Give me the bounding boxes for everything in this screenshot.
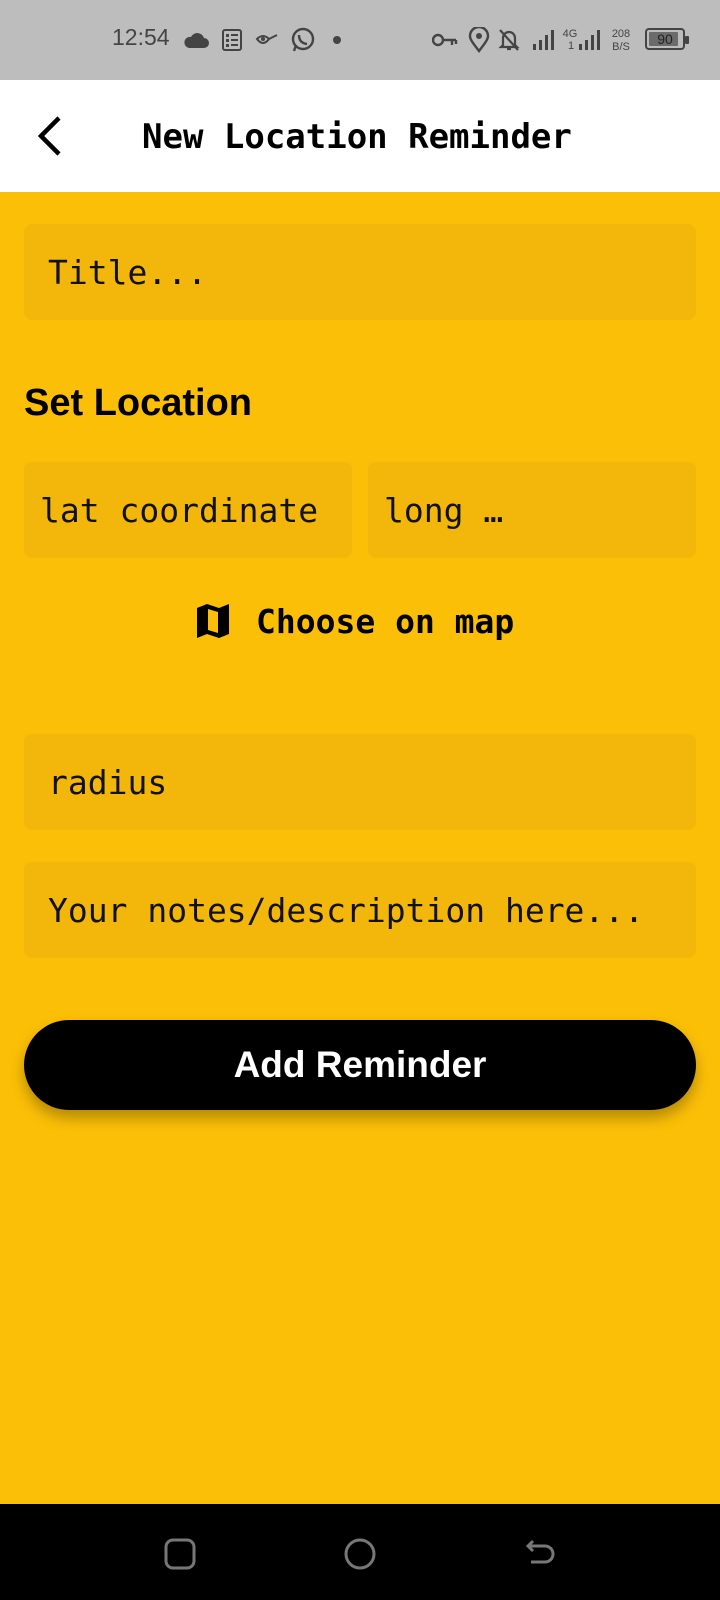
signal-icon [532, 26, 554, 54]
home-button[interactable] [340, 1534, 380, 1574]
battery-icon: 90 [645, 28, 689, 50]
notes-field[interactable] [24, 862, 696, 958]
location-icon [468, 26, 490, 54]
signal-4g-icon [578, 26, 600, 54]
add-reminder-button[interactable]: Add Reminder [24, 1020, 696, 1110]
dot-icon [332, 26, 342, 54]
add-reminder-label: Add Reminder [233, 1044, 487, 1085]
whatsapp-icon [290, 26, 316, 54]
data-rate-unit: B/S [612, 41, 630, 53]
back-button[interactable] [24, 110, 76, 162]
radius-input[interactable] [48, 734, 696, 830]
long-field[interactable] [368, 462, 696, 558]
vpn-key-icon [432, 26, 458, 54]
app-notification-icon [254, 26, 280, 54]
app-bar: New Location Reminder [0, 80, 720, 192]
recents-icon [164, 1538, 196, 1570]
status-bar: 12:54 4G 1 208 B/S 90 [0, 0, 720, 80]
nav-back-button[interactable] [520, 1534, 560, 1574]
data-rate: 208 [611, 28, 631, 40]
choose-on-map-button[interactable]: Choose on map [194, 596, 514, 646]
home-icon [344, 1538, 376, 1570]
battery-percent: 90 [657, 31, 673, 47]
long-input[interactable] [384, 462, 696, 558]
notes-icon [222, 26, 242, 54]
status-time: 12:54 [112, 24, 170, 50]
back-arrow-icon [37, 116, 61, 156]
notes-input[interactable] [48, 862, 696, 958]
network-type: 4G [562, 28, 578, 40]
title-field[interactable] [24, 224, 696, 320]
map-icon [197, 604, 229, 638]
bell-off-icon [498, 26, 520, 54]
network-sub: 1 [567, 40, 575, 52]
recents-button[interactable] [160, 1534, 200, 1574]
cloud-icon [182, 26, 210, 54]
back-icon [525, 1539, 555, 1564]
radius-field[interactable] [24, 734, 696, 830]
lat-field[interactable] [24, 462, 352, 558]
title-input[interactable] [48, 224, 696, 320]
set-location-label: Set Location [24, 382, 253, 424]
system-nav-bar [0, 1504, 720, 1600]
lat-input[interactable] [40, 462, 352, 558]
choose-on-map-label: Choose on map [256, 601, 515, 641]
page-title: New Location Reminder [142, 117, 572, 157]
